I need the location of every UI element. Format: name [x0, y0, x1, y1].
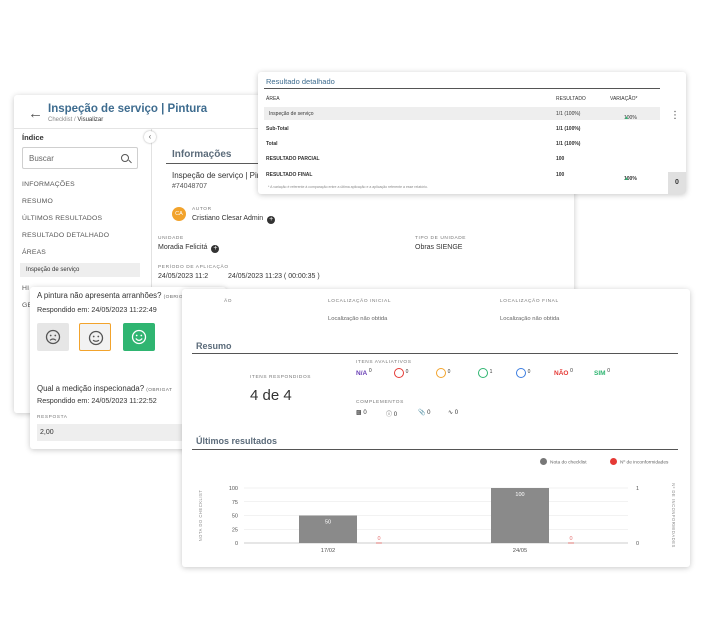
author-label: AUTOR [192, 207, 212, 212]
table-row: RESULTADO FINAL 100 100% ▲ [266, 172, 637, 182]
sad-face-icon [45, 329, 61, 345]
sidebar-item-informacoes[interactable]: INFORMAÇÕES [22, 181, 75, 188]
y2-axis-label: Nº DE INCONFORMIDADES [671, 483, 676, 548]
column-header-variation: VARIAÇÃO* [610, 96, 638, 102]
question-1-answered-at: Respondido em: 24/05/2023 11:22:49 [37, 305, 157, 314]
cell-area: RESULTADO PARCIAL [266, 156, 320, 162]
question-2-text: Qual a medição inspecionada? (OBRIGAT [37, 384, 173, 393]
table-header: ÁREA RESULTADO VARIAÇÃO* [264, 92, 660, 105]
y-axis-label: NOTA DO CHECKLIST [198, 490, 203, 542]
unit-label: UNIDADE [158, 236, 184, 241]
search-placeholder: Buscar [29, 154, 54, 163]
table-row: RESULTADO PARCIAL 100 [264, 152, 660, 165]
search-input[interactable]: Buscar [22, 147, 138, 169]
search-icon[interactable] [121, 154, 129, 162]
x-tick-label: 17/02 [321, 548, 336, 554]
bar-data-label: 50 [325, 520, 331, 526]
y-tick-label: 100 [229, 486, 238, 492]
y-tick-label: 50 [232, 514, 238, 520]
info-title: Informações [172, 149, 232, 160]
table-row: Total 1/1 (100%) [264, 137, 660, 150]
nonconformity-data-label: 0 [569, 536, 572, 542]
sidebar-item-hi[interactable]: HI [22, 285, 29, 292]
happy-face-option[interactable] [123, 323, 155, 351]
author-name: Cristiano Clesar Admin + [192, 215, 276, 224]
table-row: Inspeção de serviço 1/1 (100%) 100% ▲ [264, 107, 660, 121]
breadcrumb-parent[interactable]: Checklist / [48, 117, 76, 123]
question-1-text: A pintura não apresenta arranhões? (OBRI… [37, 291, 205, 300]
sidebar-heading: Índice [22, 133, 44, 142]
column-header-result: RESULTADO [556, 96, 586, 102]
detailed-result-panel: Resultado detalhado ÁREA RESULTADO VARIA… [258, 72, 686, 194]
sidebar-subitem-inspecao[interactable]: Inspeção de serviço [20, 263, 140, 277]
cell-area: Total [266, 141, 278, 147]
nonconformity-data-label: 0 [377, 536, 380, 542]
cell-result: 1/1 (100%) [556, 141, 581, 147]
unit-type-label: TIPO DE UNIDADE [415, 236, 467, 241]
divider [264, 88, 660, 89]
avatar: CA [172, 207, 186, 221]
cell-area: RESULTADO FINAL [266, 172, 313, 178]
cell-area: Sub-Total [266, 126, 289, 132]
sidebar-item-resultado-detalhado[interactable]: RESULTADO DETALHADO [22, 232, 109, 239]
cell-result: 1/1 (100%) [556, 111, 581, 117]
period-label: PERÍODO DE APLICAÇÃO [158, 265, 229, 270]
y-tick-label: 25 [232, 527, 238, 533]
y2-tick-label: 1 [636, 486, 639, 492]
required-tag: (OBRIGAT [146, 388, 173, 393]
y2-tick-label: 0 [636, 541, 639, 547]
sad-face-option[interactable] [37, 323, 69, 351]
unit-type-value: Obras SIENGE [415, 244, 463, 251]
cell-area: Inspeção de serviço [269, 111, 314, 117]
more-options-icon[interactable]: ⋮ [670, 110, 680, 121]
breadcrumb-current: Visualizar [77, 117, 104, 123]
breadcrumb: Checklist / Visualizar [48, 117, 103, 123]
table-row: Sub-Total 1/1 (100%) [264, 122, 660, 135]
variation-footnote: * A variação é referente à comparação en… [268, 185, 428, 189]
period-value-prefix: 24/05/2023 11:2 [158, 273, 209, 280]
page-title: Inspeção de serviço | Pintura [48, 103, 208, 115]
results-chart: 0 25 50 75 100 0 1 NOTA DO CHECKLIST Nº DE INCON… [198, 483, 676, 554]
sidebar-item-ultimos-resultados[interactable]: ÚLTIMOS RESULTADOS [22, 215, 102, 222]
add-icon[interactable]: + [267, 216, 276, 224]
y-tick-label: 75 [232, 500, 238, 506]
neutral-face-option[interactable] [79, 323, 111, 351]
side-value-box: 0 [668, 172, 686, 194]
arrow-up-icon: ▲ [624, 176, 629, 182]
column-header-area: ÁREA [266, 96, 280, 102]
summary-panel: ÃO LOCALIZAÇÃO INICIAL Localização não o… [182, 289, 690, 567]
info-code: #74048707 [172, 183, 208, 190]
question-2-answered-at: Respondido em: 24/05/2023 11:22:52 [37, 396, 157, 405]
bar-data-label: 100 [515, 492, 524, 498]
detail-title: Resultado detalhado [266, 77, 335, 86]
cell-result: 1/1 (100%) [556, 126, 581, 132]
answer-label: RESPOSTA [37, 415, 68, 420]
happy-face-icon [131, 329, 147, 345]
cell-result: 100 [556, 156, 565, 162]
unit-value: Moradia Felicitá + [158, 244, 220, 253]
neutral-face-icon [88, 330, 104, 346]
x-tick-label: 24/05 [513, 548, 528, 554]
back-arrow-icon[interactable]: ← [28, 106, 43, 121]
y-tick-label: 0 [235, 541, 238, 547]
period-value: 24/05/2023 11:23 ( 00:00:35 ) [228, 273, 320, 280]
collapse-sidebar-icon[interactable]: ‹ [144, 131, 156, 143]
sidebar-item-areas[interactable]: ÁREAS [22, 249, 46, 256]
arrow-up-icon: ▲ [624, 115, 629, 121]
cell-result: 100 [556, 172, 565, 178]
sidebar-item-resumo[interactable]: RESUMO [22, 198, 53, 205]
add-icon[interactable]: + [211, 245, 220, 253]
